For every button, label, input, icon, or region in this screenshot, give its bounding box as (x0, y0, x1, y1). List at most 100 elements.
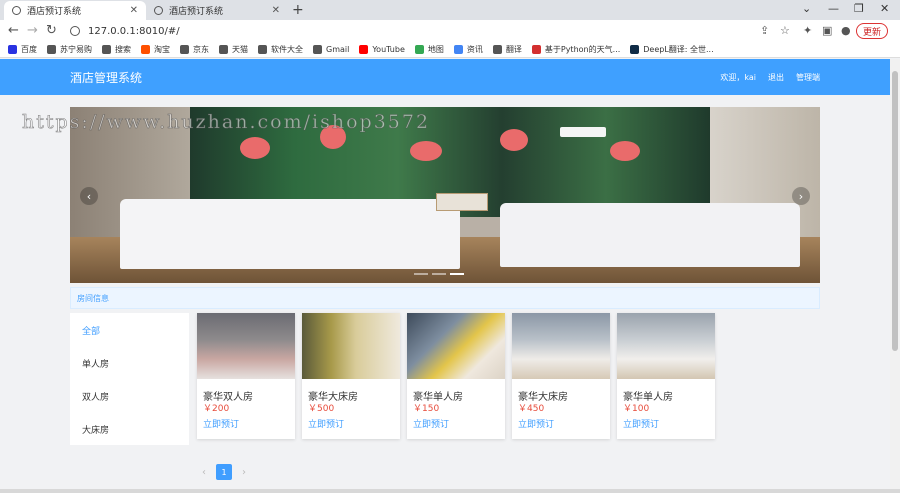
profile-icon[interactable]: ● (841, 24, 851, 37)
bookmark-item[interactable]: 天猫 (219, 44, 248, 55)
book-now-link[interactable]: 立即预订 (203, 417, 239, 430)
bookmark-item[interactable]: 淘宝 (141, 44, 170, 55)
new-tab-icon[interactable]: + (292, 2, 304, 18)
bookmark-item[interactable]: 翻译 (492, 44, 522, 55)
globe-icon (12, 6, 21, 15)
bookmark-star-icon[interactable]: ☆ (780, 24, 790, 37)
mural-decoration (410, 141, 442, 161)
back-icon[interactable]: ← (8, 23, 19, 38)
bookmark-label: 基于Python的天气... (544, 45, 621, 54)
bookmarks-bar: 百度 苏宁易购 搜索 淘宝 京东 天猫 软件大全 Gmail YouTube 地图 资讯 翻译 基于Py… (0, 42, 900, 58)
site-info-icon[interactable] (70, 26, 80, 36)
next-page-icon[interactable]: › (242, 467, 246, 478)
carousel-indicators (414, 273, 464, 275)
admin-link[interactable]: 管理端 (796, 72, 820, 83)
forward-icon[interactable]: → (27, 23, 38, 38)
bookmark-favicon-icon (180, 45, 189, 54)
bookmark-item[interactable]: Gmail (313, 45, 349, 54)
bookmark-item[interactable]: DeepL翻译: 全世... (630, 44, 714, 55)
close-window-icon[interactable]: ✕ (880, 2, 889, 15)
pagination: ‹ 1 › (202, 464, 246, 480)
sidebar-icon[interactable]: ▣ (822, 24, 832, 37)
mural-decoration (610, 141, 640, 161)
bookmark-label: 地图 (427, 45, 444, 54)
room-card[interactable]: 豪华大床房 ￥500 立即预订 (302, 313, 400, 439)
category-double[interactable]: 双人房 (82, 390, 109, 403)
bookmark-label: DeepL翻译: 全世... (643, 45, 714, 54)
room-card[interactable]: 豪华单人房 ￥150 立即预订 (407, 313, 505, 439)
bookmark-item[interactable]: YouTube (359, 45, 405, 54)
room-card[interactable]: 豪华单人房 ￥100 立即预订 (617, 313, 715, 439)
site-brand[interactable]: 酒店管理系统 (70, 69, 142, 86)
room-price: ￥450 (518, 404, 545, 414)
room-photo (617, 313, 715, 379)
extensions-icon[interactable]: ✦ (803, 24, 812, 37)
tab-search-icon[interactable]: ⌄ (802, 2, 811, 15)
bookmark-favicon-icon (8, 45, 17, 54)
bookmark-favicon-icon (141, 45, 150, 54)
bookmark-label: 京东 (193, 45, 209, 54)
browser-tab-strip: 酒店预订系统 ✕ 酒店预订系统 ✕ + ⌄ — ❐ ✕ (0, 0, 900, 20)
close-tab-icon[interactable]: ✕ (130, 5, 138, 16)
category-all[interactable]: 全部 (82, 324, 100, 337)
bookmark-label: 苏宁易购 (60, 45, 92, 54)
bookmark-favicon-icon (414, 45, 424, 54)
prev-page-icon[interactable]: ‹ (202, 467, 206, 478)
book-now-link[interactable]: 立即预订 (413, 417, 449, 430)
share-icon[interactable]: ⇪ (760, 24, 769, 37)
bookmark-item[interactable]: 地图 (414, 44, 444, 55)
bookmark-item[interactable]: 软件大全 (258, 44, 303, 55)
welcome-text: 欢迎，kai (720, 73, 756, 82)
category-sidebar: 全部 单人房 双人房 大床房 (70, 313, 189, 445)
carousel-next-icon[interactable]: › (792, 187, 810, 205)
book-now-link[interactable]: 立即预订 (623, 417, 659, 430)
section-title: 房间信息 (77, 294, 109, 303)
update-label: 更新 (863, 27, 882, 38)
book-now-link[interactable]: 立即预订 (308, 417, 344, 430)
category-king[interactable]: 大床房 (82, 423, 109, 436)
page-number-current[interactable]: 1 (216, 464, 232, 480)
bookmark-item[interactable]: 百度 (8, 44, 37, 55)
minimize-icon[interactable]: — (828, 2, 839, 15)
browser-toolbar: ← → ↻ 127.0.0.1:8010/#/ ⇪ ☆ ✦ ▣ ● 更新 (0, 20, 900, 42)
bookmark-favicon-icon (492, 45, 502, 54)
carousel-prev-icon[interactable]: ‹ (80, 187, 98, 205)
bookmark-label: 资讯 (466, 45, 483, 54)
browser-tab-2[interactable]: 酒店预订系统 ✕ (146, 1, 288, 20)
browser-tab-1[interactable]: 酒店预订系统 ✕ (4, 1, 146, 20)
bookmark-item[interactable]: 基于Python的天气... (531, 44, 621, 55)
room-photo (302, 313, 400, 379)
bookmark-item[interactable]: 京东 (180, 44, 209, 55)
bed-left (120, 199, 460, 269)
reload-icon[interactable]: ↻ (46, 23, 57, 38)
bookmark-item[interactable]: 搜索 (102, 44, 131, 55)
bookmark-favicon-icon (453, 45, 463, 54)
mural-decoration (240, 137, 270, 159)
scrollbar-thumb[interactable] (892, 71, 898, 351)
maximize-icon[interactable]: ❐ (854, 2, 864, 15)
page-scrollbar[interactable] (890, 59, 900, 493)
bookmark-label: 淘宝 (154, 45, 170, 54)
close-tab-icon[interactable]: ✕ (272, 5, 280, 16)
hero-carousel: ‹ › (70, 107, 820, 283)
carousel-dot[interactable] (432, 273, 446, 275)
bookmark-favicon-icon (531, 45, 541, 54)
update-button[interactable]: 更新 (856, 23, 889, 39)
book-now-link[interactable]: 立即预订 (518, 417, 554, 430)
category-single[interactable]: 单人房 (82, 357, 109, 370)
bookmark-item[interactable]: 资讯 (453, 44, 483, 55)
carousel-dot-active[interactable] (450, 273, 464, 275)
bookmark-item[interactable]: 苏宁易购 (47, 44, 92, 55)
address-bar[interactable]: 127.0.0.1:8010/#/ (64, 22, 764, 40)
room-card[interactable]: 豪华大床房 ￥450 立即预订 (512, 313, 610, 439)
tab-title: 酒店预订系统 (169, 7, 224, 17)
globe-icon (154, 6, 163, 15)
room-photo (407, 313, 505, 379)
logout-link[interactable]: 退出 (768, 72, 784, 83)
room-price: ￥150 (413, 404, 440, 414)
carousel-dot[interactable] (414, 273, 428, 275)
tab-title: 酒店预订系统 (27, 7, 82, 17)
bookmark-label: YouTube (372, 45, 405, 54)
bookmark-favicon-icon (47, 45, 56, 54)
room-card[interactable]: 豪华双人房 ￥200 立即预订 (197, 313, 295, 439)
